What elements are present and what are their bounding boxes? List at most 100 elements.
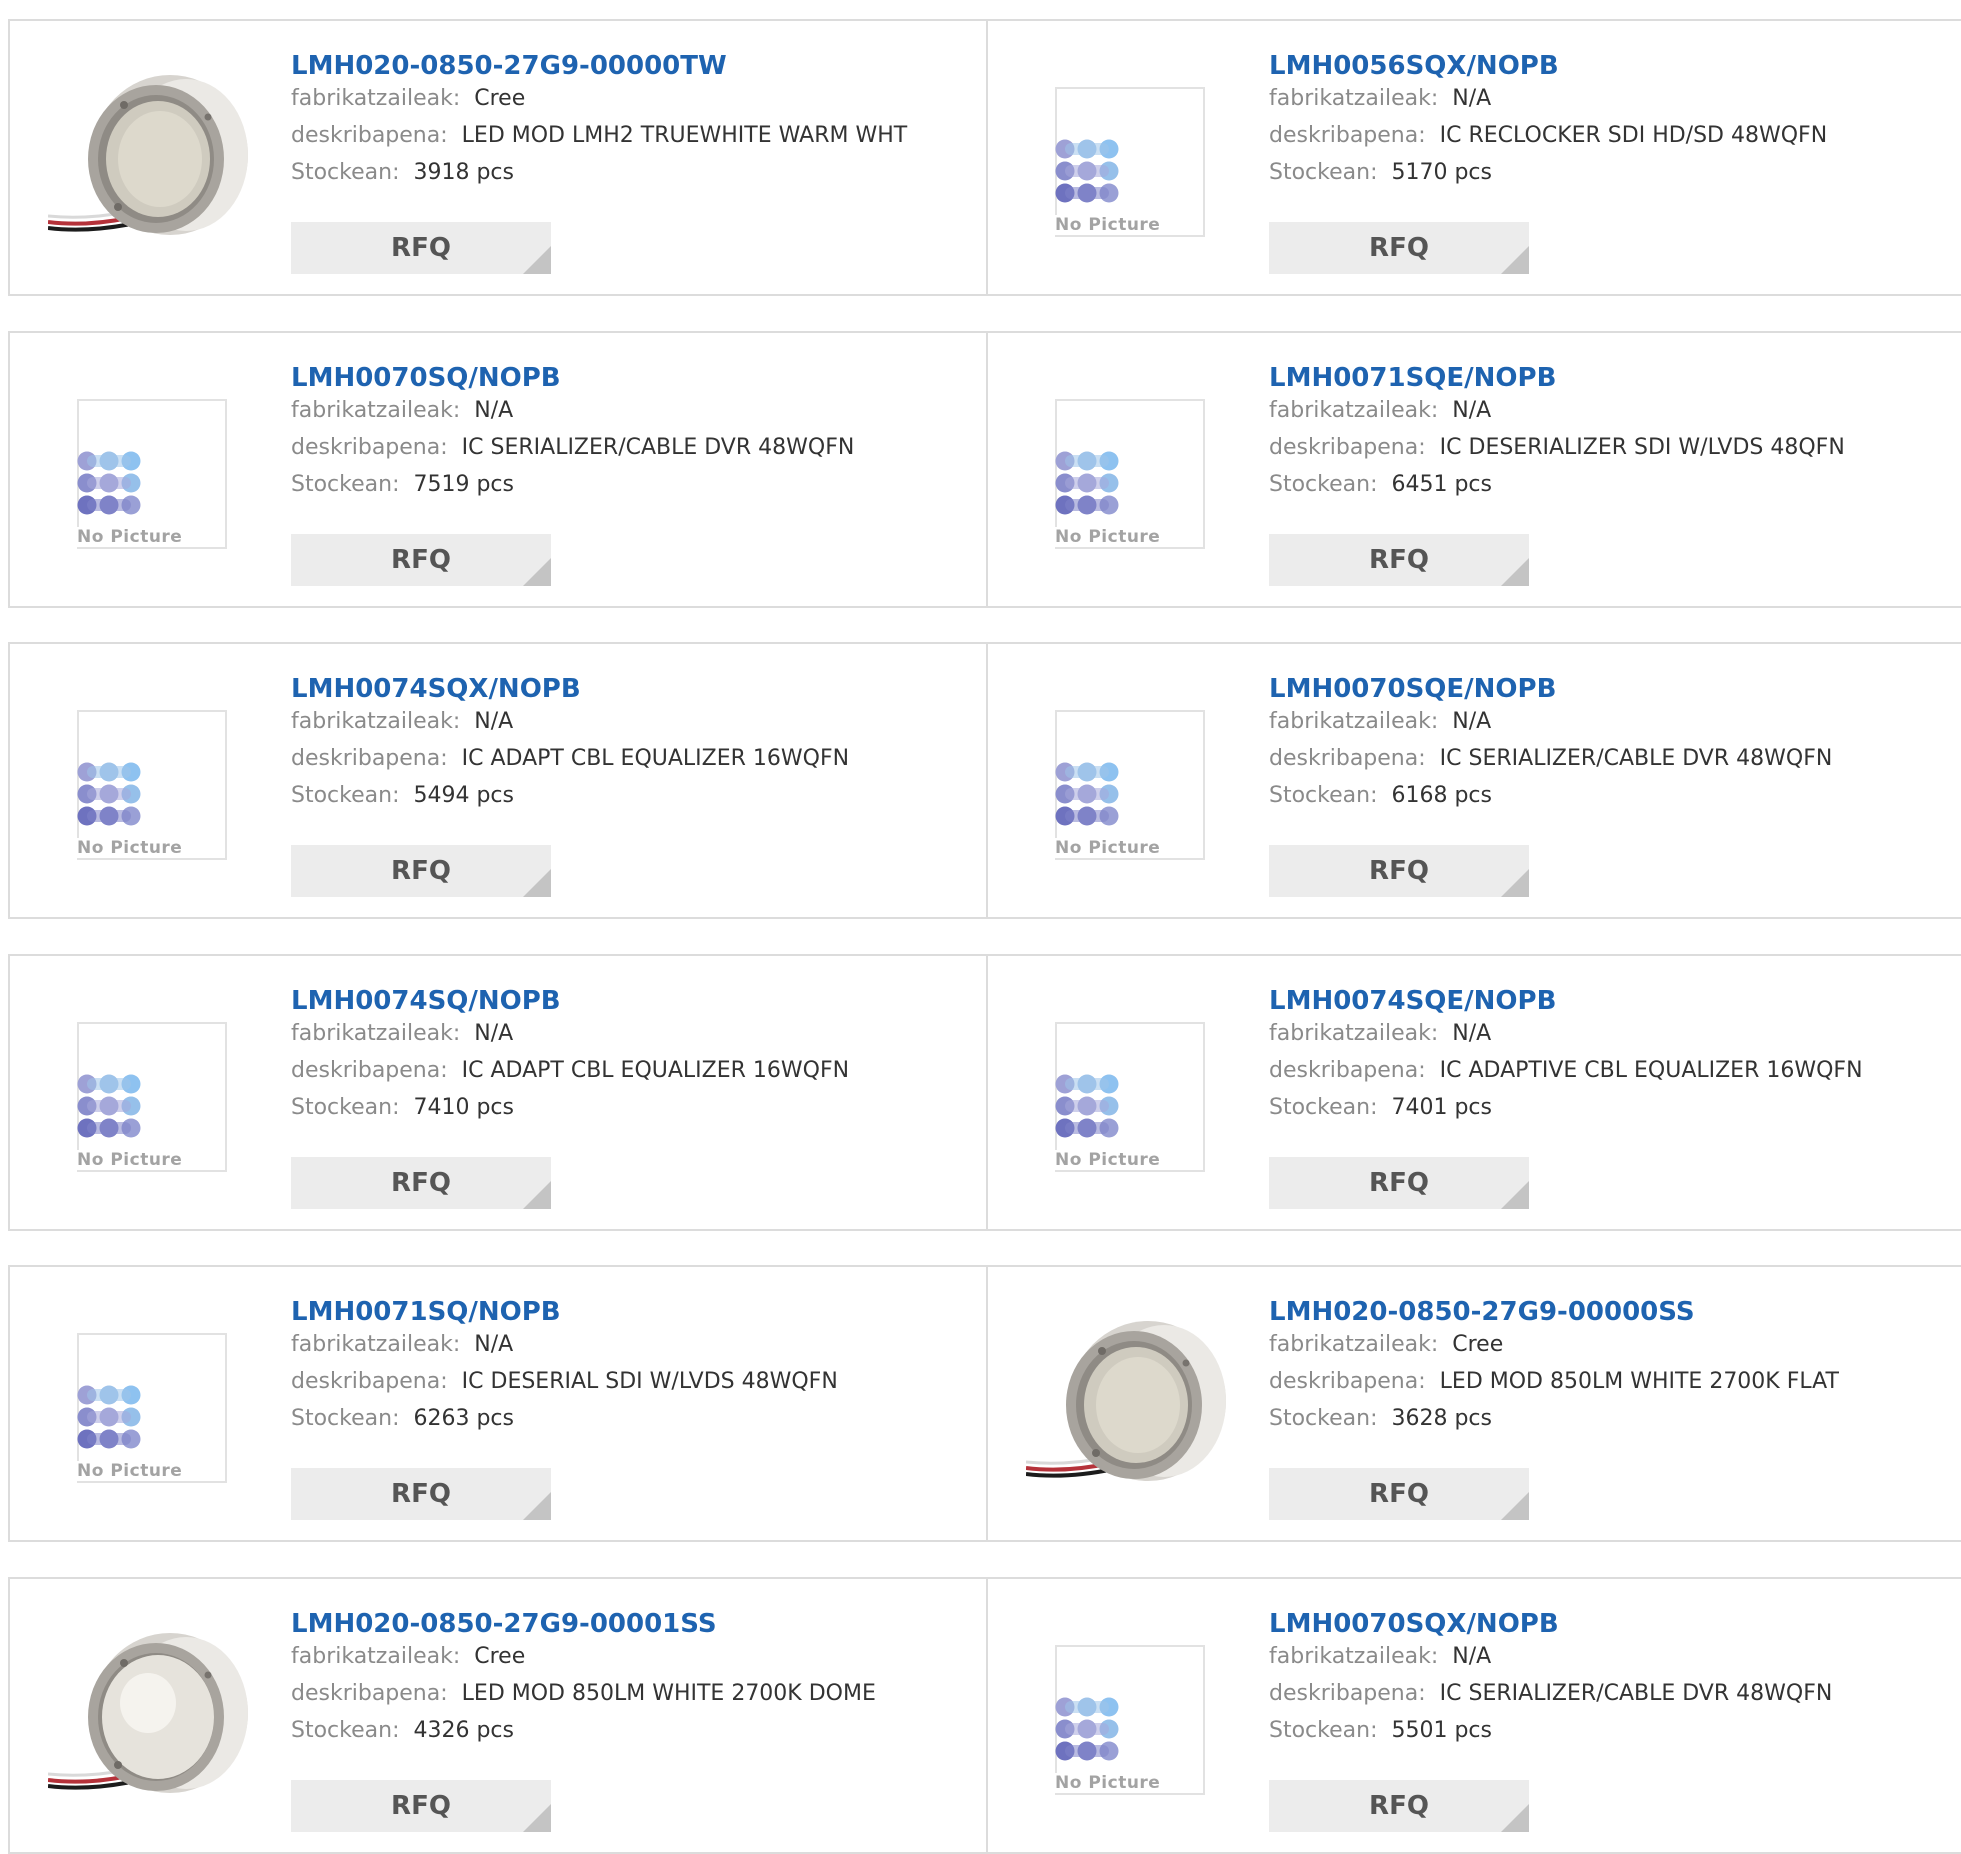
no-picture-label: No Picture <box>1055 838 1173 858</box>
rfq-button[interactable]: RFQ <box>291 1779 551 1832</box>
rfq-corner-decoration <box>1501 1492 1529 1520</box>
stock-row: Stockean: 6451 pcs <box>1269 471 1492 499</box>
no-picture-label: No Picture <box>77 1149 195 1170</box>
no-picture-logo-icon <box>77 1074 141 1137</box>
stock-row: Stockean: 6168 pcs <box>1269 782 1492 810</box>
rfq-button[interactable]: RFQ <box>291 1156 551 1209</box>
rfq-button-label: RFQ <box>1369 233 1429 263</box>
rfq-corner-decoration <box>1501 1803 1529 1832</box>
product-part-number-link[interactable]: LMH0074SQ/NOPB <box>291 986 561 1016</box>
product-part-number-link[interactable]: LMH0074SQX/NOPB <box>291 674 581 704</box>
manufacturer-value: N/A <box>474 1020 514 1046</box>
rfq-corner-decoration <box>1501 557 1529 586</box>
manufacturer-value: Cree <box>1452 1332 1504 1357</box>
no-picture-placeholder[interactable]: No Picture <box>1055 1644 1205 1795</box>
description-label: deskribapena: <box>291 123 448 148</box>
product-part-number-link[interactable]: LMH0071SQE/NOPB <box>1269 363 1556 393</box>
stock-row: Stockean: 5494 pcs <box>291 782 514 810</box>
no-picture-label: No Picture <box>1055 526 1173 547</box>
description-row: deskribapena: IC SERIALIZER/CABLE DVR 48… <box>1269 1680 1832 1708</box>
rfq-button[interactable]: RFQ <box>1269 845 1529 897</box>
description-label: deskribapena: <box>1269 1680 1426 1706</box>
description-row: deskribapena: LED MOD 850LM WHITE 2700K … <box>1269 1368 1839 1396</box>
product-card: LMH020-0850-27G9-00000TW fabrikatzaileak:… <box>8 19 988 296</box>
manufacturer-label: fabrikatzaileak: <box>291 1020 461 1046</box>
stock-value: 6168 pcs <box>1391 783 1492 808</box>
no-picture-placeholder[interactable]: No Picture <box>1055 87 1205 237</box>
description-label: deskribapena: <box>1269 123 1426 148</box>
product-image[interactable] <box>47 57 258 267</box>
stock-label: Stockean: <box>291 1717 400 1743</box>
product-card: No Picture LMH0074SQE/NOPB fabrikatzaileak… <box>986 953 1961 1231</box>
manufacturer-value: N/A <box>1452 1020 1492 1046</box>
rfq-button-label: RFQ <box>1369 856 1429 886</box>
product-part-number-link[interactable]: LMH0070SQ/NOPB <box>291 363 561 393</box>
manufacturer-label: fabrikatzaileak: <box>1269 1020 1439 1046</box>
product-card: No Picture LMH0074SQX/NOPB fabrikatzaileak… <box>8 642 988 919</box>
no-picture-placeholder[interactable]: No Picture <box>1055 710 1205 860</box>
rfq-button[interactable]: RFQ <box>1269 1156 1529 1209</box>
no-picture-placeholder[interactable]: No Picture <box>1055 398 1205 549</box>
description-value: IC ADAPTIVE CBL EQUALIZER 16WQFN <box>1439 1057 1863 1083</box>
product-image[interactable] <box>47 1615 258 1825</box>
product-part-number-link[interactable]: LMH0056SQX/NOPB <box>1269 51 1559 81</box>
product-part-number-link[interactable]: LMH0070SQE/NOPB <box>1269 674 1556 704</box>
manufacturer-value: N/A <box>474 709 514 734</box>
rfq-button[interactable]: RFQ <box>291 1468 551 1520</box>
manufacturer-value: N/A <box>1452 397 1492 423</box>
no-picture-placeholder[interactable]: No Picture <box>77 1333 227 1483</box>
manufacturer-label: fabrikatzaileak: <box>1269 1332 1439 1357</box>
description-label: deskribapena: <box>1269 1369 1426 1394</box>
description-row: deskribapena: IC SERIALIZER/CABLE DVR 48… <box>291 434 854 462</box>
product-part-number-link[interactable]: LMH020-0850-27G9-00001SS <box>291 1609 717 1639</box>
no-picture-placeholder[interactable]: No Picture <box>1055 1021 1205 1172</box>
description-label: deskribapena: <box>291 1057 448 1083</box>
no-picture-placeholder[interactable]: No Picture <box>77 710 227 860</box>
no-picture-placeholder[interactable]: No Picture <box>77 1021 227 1172</box>
no-picture-placeholder[interactable]: No Picture <box>77 398 227 549</box>
no-picture-logo-icon <box>1055 451 1119 514</box>
product-image[interactable] <box>1025 1303 1236 1513</box>
manufacturer-row: fabrikatzaileak: N/A <box>291 708 513 736</box>
product-card: No Picture LMH0056SQX/NOPB fabrikatzaileak… <box>986 19 1961 296</box>
manufacturer-label: fabrikatzaileak: <box>291 709 461 734</box>
stock-row: Stockean: 7519 pcs <box>291 471 514 499</box>
manufacturer-label: fabrikatzaileak: <box>291 1332 461 1357</box>
rfq-button[interactable]: RFQ <box>1269 1468 1529 1520</box>
description-row: deskribapena: IC ADAPT CBL EQUALIZER 16W… <box>291 1057 849 1085</box>
manufacturer-row: fabrikatzaileak: Cree <box>291 1643 525 1671</box>
product-part-number-link[interactable]: LMH0071SQ/NOPB <box>291 1297 561 1327</box>
description-value: IC DESERIAL SDI W/LVDS 48WQFN <box>461 1369 838 1394</box>
product-card: LMH020-0850-27G9-00000SS fabrikatzaileak:… <box>986 1265 1961 1542</box>
no-picture-label: No Picture <box>1055 1149 1173 1170</box>
rfq-corner-decoration <box>523 1492 551 1520</box>
rfq-button-label: RFQ <box>391 856 451 886</box>
description-row: deskribapena: LED MOD LMH2 TRUEWHITE WAR… <box>291 122 907 150</box>
product-card: No Picture LMH0070SQ/NOPB fabrikatzaileak:… <box>8 330 988 608</box>
led-module-flat-image <box>1025 1321 1226 1481</box>
product-part-number-link[interactable]: LMH020-0850-27G9-00000TW <box>291 51 727 81</box>
rfq-button[interactable]: RFQ <box>1269 222 1529 274</box>
rfq-button[interactable]: RFQ <box>291 222 551 274</box>
product-part-number-link[interactable]: LMH020-0850-27G9-00000SS <box>1269 1297 1695 1327</box>
product-part-number-link[interactable]: LMH0074SQE/NOPB <box>1269 986 1556 1016</box>
rfq-button[interactable]: RFQ <box>1269 1779 1529 1832</box>
rfq-button[interactable]: RFQ <box>1269 533 1529 586</box>
rfq-button[interactable]: RFQ <box>291 845 551 897</box>
product-part-number-link[interactable]: LMH0070SQX/NOPB <box>1269 1609 1559 1639</box>
no-picture-label: No Picture <box>77 1461 195 1481</box>
rfq-button[interactable]: RFQ <box>291 533 551 586</box>
manufacturer-value: N/A <box>1452 86 1492 111</box>
stock-row: Stockean: 5170 pcs <box>1269 159 1492 187</box>
manufacturer-label: fabrikatzaileak: <box>1269 86 1439 111</box>
